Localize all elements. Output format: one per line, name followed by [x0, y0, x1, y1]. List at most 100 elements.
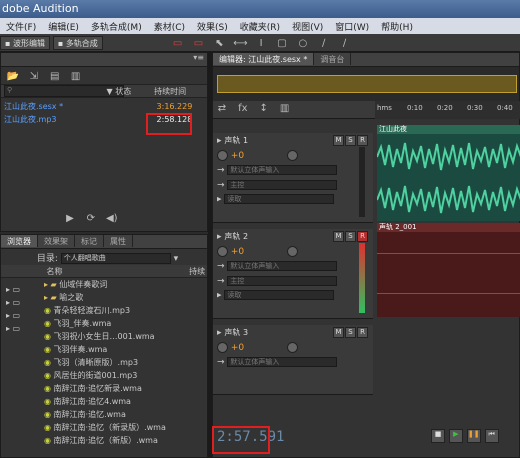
- menu-file[interactable]: 文件(F): [0, 18, 42, 33]
- mute-button[interactable]: M: [333, 231, 344, 242]
- browser-item[interactable]: ◉ 南辞江南·追忆4.wma: [41, 395, 207, 408]
- browser-item[interactable]: ▸ ▰ 仙域伴奏歌词: [41, 278, 207, 291]
- eq-icon[interactable]: ▥: [278, 103, 292, 117]
- fx-icon[interactable]: fx: [236, 103, 250, 117]
- menu-multitrack[interactable]: 多轨合成(M): [85, 18, 148, 33]
- overview-bar[interactable]: [213, 67, 519, 101]
- tab-browser[interactable]: 浏览器: [1, 235, 38, 247]
- overview-range[interactable]: [217, 75, 517, 93]
- move-tool-icon[interactable]: ⬉: [212, 38, 226, 51]
- track-name[interactable]: 声轨 1: [224, 136, 248, 145]
- record-button[interactable]: R: [357, 231, 368, 242]
- browser-item[interactable]: ◉ 飞羽（清晰原版）.mp3: [41, 356, 207, 369]
- pan-knob[interactable]: [287, 342, 299, 353]
- audio-clip-2[interactable]: 声轨 2_001: [377, 223, 520, 317]
- browser-item[interactable]: ◉ 青朵轻轻渡石川.mp3: [41, 304, 207, 317]
- open-file-icon[interactable]: 📂: [6, 71, 20, 85]
- brush-icon[interactable]: ∕: [317, 38, 331, 51]
- record-button[interactable]: R: [357, 327, 368, 338]
- expand-icon[interactable]: ▸: [217, 328, 222, 338]
- expand-icon[interactable]: ▸: [217, 136, 222, 146]
- audio-clip-1[interactable]: 江山此夜: [377, 125, 520, 221]
- drive-icon[interactable]: ▸ ▭: [3, 309, 33, 322]
- browser-item[interactable]: ◉ 飞羽伴奏.wma: [41, 343, 207, 356]
- time-selection-icon[interactable]: ⟷: [233, 38, 247, 51]
- stop-button[interactable]: ■: [431, 429, 445, 443]
- menu-effects[interactable]: 效果(S): [191, 18, 234, 33]
- rewind-button[interactable]: ⏮: [484, 429, 499, 443]
- track-name[interactable]: 声轨 2: [224, 232, 248, 241]
- speaker-icon[interactable]: ◀): [105, 213, 119, 227]
- send-icon[interactable]: ↕: [257, 103, 271, 117]
- column-duration[interactable]: 持续: [189, 267, 205, 276]
- input-select[interactable]: 默认立体声输入: [227, 165, 338, 175]
- solo-button[interactable]: S: [345, 135, 356, 146]
- volume-knob[interactable]: [217, 150, 228, 161]
- drive-icon[interactable]: ▸ ▭: [3, 322, 33, 335]
- marquee-icon[interactable]: ▢: [275, 38, 289, 51]
- new-file-icon[interactable]: ▤: [48, 71, 62, 85]
- chevron-down-icon[interactable]: ▾: [174, 254, 179, 264]
- input-select[interactable]: 默认立体声输入: [227, 261, 338, 271]
- browser-item[interactable]: ◉ 南辞江南·追忆（新版）.wma: [41, 434, 207, 447]
- solo-button[interactable]: S: [345, 327, 356, 338]
- tab-effects-rack[interactable]: 效果架: [38, 235, 75, 247]
- tab-properties[interactable]: 属性: [104, 235, 133, 247]
- mute-button[interactable]: M: [333, 327, 344, 338]
- panel-menu-icon[interactable]: ▾≡: [193, 53, 207, 62]
- tab-editor[interactable]: 编辑器: 江山此夜.sesx *: [213, 53, 315, 65]
- directory-select[interactable]: 个人翻唱歌曲: [60, 253, 171, 264]
- record-button[interactable]: R: [357, 135, 368, 146]
- drive-icon[interactable]: ▸ ▭: [3, 296, 33, 309]
- menu-edit[interactable]: 编辑(E): [42, 18, 85, 33]
- drive-icon[interactable]: ▸ ▭: [3, 283, 33, 296]
- panel-divider[interactable]: [208, 52, 212, 458]
- browser-item[interactable]: ◉ 南辞江南·追忆（新录版）.wma: [41, 421, 207, 434]
- loop-icon[interactable]: ⟳: [84, 213, 98, 227]
- red-rect-icon[interactable]: ▭: [171, 38, 185, 51]
- time-ruler[interactable]: hms 0:10 0:20 0:30 0:40: [375, 101, 520, 119]
- browser-item[interactable]: ◉ 飞羽祝小女生日…001.wma: [41, 330, 207, 343]
- delete-icon[interactable]: ▥: [69, 71, 83, 85]
- swap-icon[interactable]: ⇄: [215, 103, 229, 117]
- play-button[interactable]: ▶: [448, 429, 463, 443]
- play-icon[interactable]: ▶: [63, 213, 77, 227]
- tab-markers[interactable]: 标记: [75, 235, 104, 247]
- mute-button[interactable]: M: [333, 135, 344, 146]
- expand-icon[interactable]: ▸: [217, 232, 222, 242]
- menu-help[interactable]: 帮助(H): [375, 18, 419, 33]
- razor-icon[interactable]: I: [254, 38, 268, 51]
- column-status[interactable]: ▼ 状态: [107, 85, 152, 97]
- read-select[interactable]: 读取: [224, 290, 335, 300]
- red-rect-icon-2[interactable]: ▭: [191, 38, 205, 51]
- menu-window[interactable]: 窗口(W): [329, 18, 375, 33]
- track-name[interactable]: 声轨 3: [224, 328, 248, 337]
- import-icon[interactable]: ⇲: [27, 71, 41, 85]
- browser-item[interactable]: ▸ ▰ 喻之歌: [41, 291, 207, 304]
- menu-favorites[interactable]: 收藏夹(R): [234, 18, 286, 33]
- solo-button[interactable]: S: [345, 231, 356, 242]
- pan-knob[interactable]: [287, 246, 299, 257]
- output-select[interactable]: 主控: [227, 275, 338, 286]
- read-select[interactable]: 读取: [224, 194, 335, 204]
- browser-item[interactable]: ◉ 南辞江南·追忆新录.wma: [41, 382, 207, 395]
- volume-knob[interactable]: [217, 246, 228, 257]
- menu-clip[interactable]: 素材(C): [148, 18, 191, 33]
- healing-icon[interactable]: ∕: [338, 38, 352, 51]
- menu-view[interactable]: 视图(V): [286, 18, 329, 33]
- browser-item[interactable]: ◉ 飞羽_伴奏.wma: [41, 317, 207, 330]
- multitrack-button[interactable]: ▪ 多轨合成: [52, 36, 103, 50]
- tab-mixer[interactable]: 调音台: [314, 53, 352, 65]
- column-duration[interactable]: 持续时间: [154, 87, 186, 96]
- pause-button[interactable]: ❚❚: [466, 429, 481, 443]
- browser-item[interactable]: ◉ 风居住的街道001.mp3: [41, 369, 207, 382]
- file-row[interactable]: 江山此夜.sesx * 3:16.229: [1, 100, 207, 113]
- column-name[interactable]: 名称: [47, 265, 187, 277]
- pan-knob[interactable]: [287, 150, 299, 161]
- lasso-icon[interactable]: ○: [296, 38, 310, 51]
- input-select[interactable]: 默认立体声输入: [227, 357, 338, 367]
- waveform-editor-button[interactable]: ▪ 波形编辑: [0, 36, 50, 50]
- browser-item[interactable]: ◉ 南辞江南·追忆.wma: [41, 408, 207, 421]
- output-select[interactable]: 主控: [227, 179, 338, 190]
- volume-knob[interactable]: [217, 342, 228, 353]
